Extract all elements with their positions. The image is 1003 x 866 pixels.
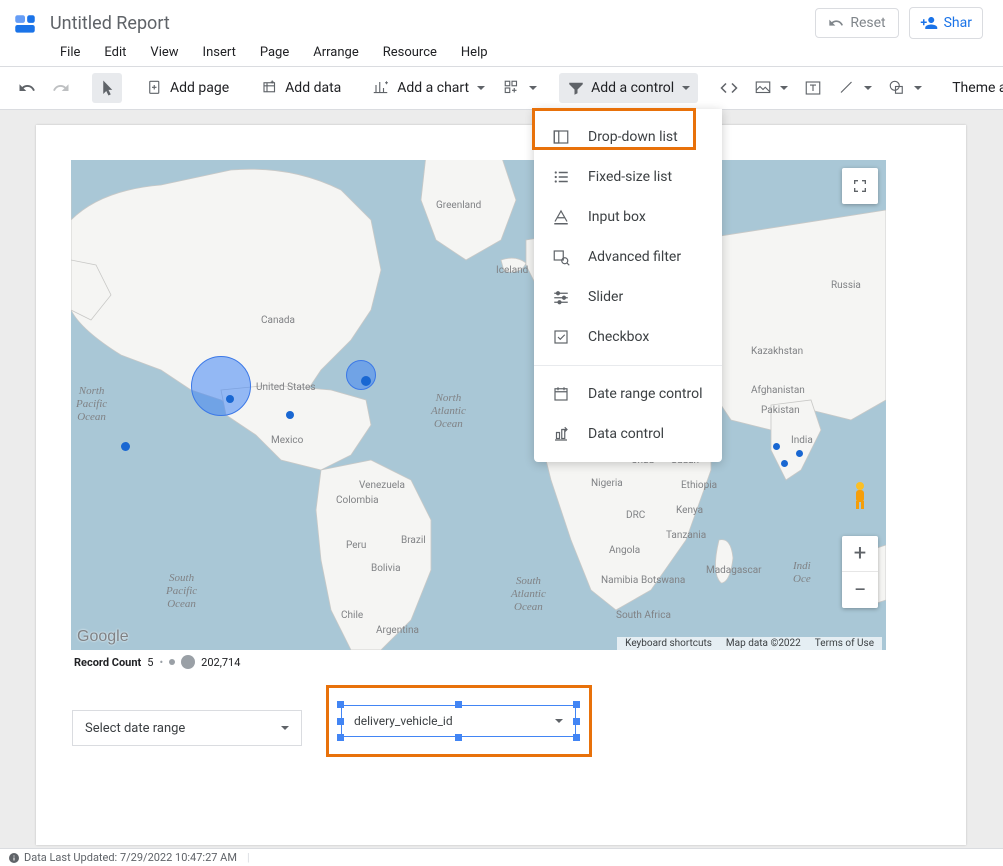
document-title[interactable]: Untitled Report [50, 13, 170, 34]
fullscreen-icon [852, 178, 868, 194]
shape-icon [888, 79, 906, 97]
map-bubble[interactable] [191, 356, 251, 416]
menu-insert[interactable]: Insert [193, 43, 246, 62]
text-button[interactable] [798, 73, 828, 103]
menu-date-range-control[interactable]: Date range control [534, 374, 722, 414]
reset-button[interactable]: Reset [815, 8, 898, 38]
add-chart-button[interactable]: Add a chart [365, 73, 493, 103]
chevron-down-icon [682, 86, 690, 90]
toolbar: Add page Add data Add a chart Add a cont… [0, 66, 1003, 110]
undo-icon [18, 79, 36, 97]
embed-button[interactable] [714, 73, 744, 103]
map-bubble[interactable] [796, 450, 803, 457]
zoom-in-button[interactable]: + [842, 536, 878, 572]
zoom-control: + − [842, 536, 878, 608]
fullscreen-button[interactable] [842, 168, 878, 204]
calendar-icon [552, 385, 570, 403]
chevron-down-icon [477, 86, 485, 90]
grid-plus-icon [503, 79, 521, 97]
shape-button[interactable] [882, 73, 928, 103]
app-logo [12, 12, 38, 38]
menu-checkbox[interactable]: Checkbox [534, 317, 722, 357]
map-chart[interactable]: NorthPacificOcean SouthPacificOcean Nort… [71, 160, 886, 650]
menu-arrange[interactable]: Arrange [303, 43, 368, 62]
chevron-down-icon [780, 86, 788, 90]
image-icon [754, 79, 772, 97]
text-icon [804, 79, 822, 97]
canvas[interactable]: NorthPacificOcean SouthPacificOcean Nort… [0, 110, 1003, 848]
select-tool[interactable] [92, 73, 122, 103]
checkbox-icon [552, 328, 570, 346]
map-footer: Keyboard shortcuts Map data ©2022 Terms … [617, 637, 882, 650]
menu-data-control[interactable]: Data control [534, 414, 722, 454]
zoom-out-button[interactable]: − [842, 572, 878, 608]
dropdown-list-icon [552, 128, 570, 146]
map-bubble[interactable] [346, 360, 376, 390]
terms-link[interactable]: Terms of Use [811, 638, 878, 649]
theme-layout-button[interactable]: Theme and layout [944, 74, 1003, 102]
chevron-down-icon [281, 726, 289, 730]
keyboard-shortcuts-link[interactable]: Keyboard shortcuts [621, 638, 716, 649]
input-box-icon [552, 208, 570, 226]
community-viz-button[interactable] [497, 73, 543, 103]
menu-page[interactable]: Page [250, 43, 299, 62]
undo-icon [828, 15, 844, 31]
add-data-button[interactable]: Add data [253, 73, 349, 103]
menu-bar: File Edit View Insert Page Arrange Resou… [0, 38, 1003, 66]
add-control-button[interactable]: Add a control [559, 73, 698, 103]
redo-icon [52, 79, 70, 97]
chart-icon [373, 79, 391, 97]
google-logo: Google [77, 628, 129, 646]
menu-advanced-filter[interactable]: Advanced filter [534, 237, 722, 277]
line-button[interactable] [832, 73, 878, 103]
dropdown-control-selected[interactable]: delivery_vehicle_id [341, 705, 576, 737]
menu-separator [534, 365, 722, 366]
chevron-down-icon [529, 86, 537, 90]
person-add-icon [920, 14, 938, 32]
map-legend: Record Count 5 • 202,714 [74, 655, 240, 669]
map-bubble[interactable] [773, 443, 780, 450]
map-bubble[interactable] [781, 460, 788, 467]
menu-fixed-size-list[interactable]: Fixed-size list [534, 157, 722, 197]
embed-icon [720, 79, 738, 97]
slider-icon [552, 288, 570, 306]
map-bubble[interactable] [286, 411, 294, 419]
pegman-button[interactable] [842, 478, 878, 514]
page-plus-icon [146, 79, 164, 97]
add-page-button[interactable]: Add page [138, 73, 237, 103]
map-bubble[interactable] [121, 442, 130, 451]
filter-icon [567, 79, 585, 97]
advanced-filter-icon [552, 248, 570, 266]
report-page: NorthPacificOcean SouthPacificOcean Nort… [36, 125, 966, 845]
world-map [71, 160, 886, 650]
menu-resource[interactable]: Resource [373, 43, 447, 62]
undo-button[interactable] [12, 73, 42, 103]
line-icon [838, 79, 856, 97]
menu-help[interactable]: Help [451, 43, 498, 62]
map-bubble[interactable] [226, 395, 234, 403]
status-bar: Data Last Updated: 7/29/2022 10:47:27 AM… [0, 848, 1003, 866]
menu-dropdown-list[interactable]: Drop-down list [534, 117, 722, 157]
add-control-menu: Drop-down list Fixed-size list Input box… [534, 109, 722, 462]
info-icon [8, 852, 20, 864]
share-button[interactable]: Shar [909, 7, 983, 39]
menu-input-box[interactable]: Input box [534, 197, 722, 237]
redo-button[interactable] [46, 73, 76, 103]
cursor-icon [98, 79, 116, 97]
chevron-down-icon [914, 86, 922, 90]
menu-slider[interactable]: Slider [534, 277, 722, 317]
fixed-list-icon [552, 168, 570, 186]
map-bubble[interactable] [361, 376, 371, 386]
pegman-icon [848, 481, 872, 511]
data-control-icon [552, 425, 570, 443]
date-range-control[interactable]: Select date range [72, 710, 302, 746]
chevron-down-icon [555, 719, 563, 723]
map-data-label: Map data ©2022 [722, 638, 805, 649]
menu-view[interactable]: View [140, 43, 188, 62]
menu-edit[interactable]: Edit [94, 43, 136, 62]
chevron-down-icon [864, 86, 872, 90]
menu-file[interactable]: File [50, 43, 90, 62]
data-plus-icon [261, 79, 279, 97]
image-button[interactable] [748, 73, 794, 103]
